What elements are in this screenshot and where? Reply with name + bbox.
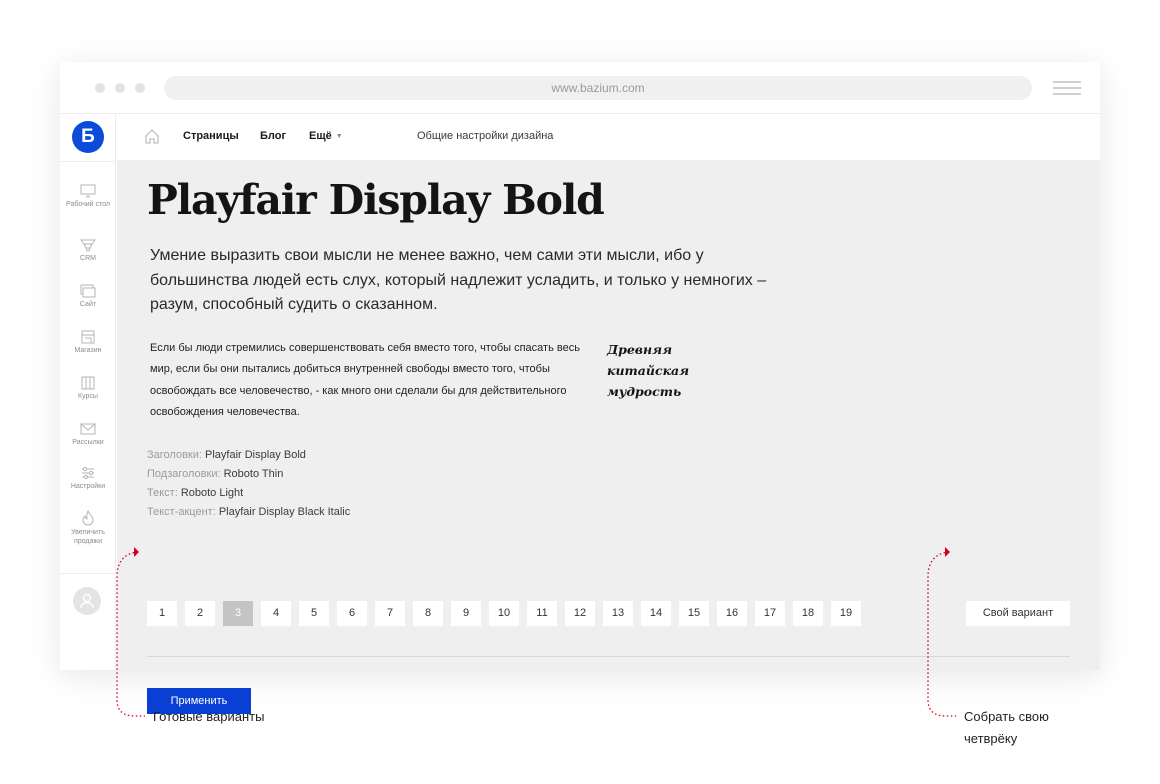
annotation-build-your-own: Собрать свою четврёку — [964, 709, 1049, 746]
nav-blog-link[interactable]: Блог — [260, 130, 286, 142]
browser-chrome: www.bazium.com — [60, 62, 1100, 114]
top-navigation: Страницы Блог Ещё ▼ Общие настройки дизай… — [117, 114, 1100, 160]
window-dot — [95, 83, 105, 93]
variant-button[interactable]: 14 — [641, 601, 671, 626]
flame-icon — [82, 510, 94, 526]
sidebar-item-crm[interactable]: CRM — [60, 238, 116, 264]
sidebar-item-dashboard[interactable]: Рабочий стол — [60, 184, 116, 210]
sidebar-item-label: Рабочий стол — [66, 201, 110, 208]
variant-button[interactable]: 19 — [831, 601, 861, 626]
own-variant-button[interactable]: Свой вариант — [966, 601, 1070, 626]
font-info-row: Текст: Roboto Light — [147, 484, 350, 503]
browser-window-icon — [80, 284, 96, 298]
variant-button[interactable]: 1 — [147, 601, 177, 626]
window-dot — [135, 83, 145, 93]
divider — [147, 656, 1070, 657]
variant-button[interactable]: 12 — [565, 601, 595, 626]
sidebar-item-label: Магазин — [74, 347, 102, 354]
variant-button[interactable]: 6 — [337, 601, 367, 626]
sidebar-item-label: Курсы — [78, 393, 98, 400]
sidebar-item-site[interactable]: Сайт — [60, 284, 116, 310]
font-info-row: Заголовки: Playfair Display Bold — [147, 446, 350, 465]
logo[interactable]: Б — [72, 121, 104, 153]
sidebar-item-courses[interactable]: Курсы — [60, 376, 116, 402]
variant-button[interactable]: 9 — [451, 601, 481, 626]
annotation-ready-variants: Готовые варианты — [153, 709, 265, 724]
sliders-icon — [82, 466, 94, 480]
variant-button[interactable]: 7 — [375, 601, 405, 626]
font-info-value: Playfair Display Bold — [205, 449, 306, 461]
variant-button-selected[interactable]: 3 — [223, 601, 253, 626]
address-bar[interactable]: www.bazium.com — [164, 76, 1032, 100]
home-icon[interactable] — [144, 128, 160, 144]
font-info-label: Заголовки: — [147, 449, 202, 461]
funnel-icon — [80, 239, 96, 252]
sidebar-item-mailings[interactable]: Рассылки — [60, 422, 116, 448]
preview-subheading: Умение выразить свои мысли не менее важн… — [150, 247, 767, 313]
preview-accent-text: Древняя китайская мудрость — [607, 342, 690, 399]
avatar[interactable] — [73, 587, 101, 615]
preview-body-text: Если бы люди стремились совершенствовать… — [150, 342, 580, 418]
sidebar-item-increase-sales[interactable]: Увеличить продажи — [60, 510, 116, 546]
sidebar-item-settings[interactable]: Настройки — [60, 466, 116, 492]
font-info-value: Roboto Thin — [223, 468, 284, 480]
menu-icon[interactable] — [1053, 81, 1081, 95]
variant-button[interactable]: 5 — [299, 601, 329, 626]
variant-button[interactable]: 4 — [261, 601, 291, 626]
divider — [60, 573, 116, 574]
font-info-label: Текст: — [147, 487, 178, 499]
sidebar-item-label: CRM — [80, 255, 96, 262]
nav-pages-link[interactable]: Страницы — [183, 130, 239, 142]
browser-window: www.bazium.com Б Рабочий стол CRM Сайт М… — [60, 62, 1100, 714]
font-preview-panel: Playfair Display Bold Умение выразить св… — [117, 160, 1100, 714]
user-icon — [80, 593, 94, 609]
sidebar-item-label: Настройки — [70, 483, 106, 490]
variant-button[interactable]: 16 — [717, 601, 747, 626]
variant-button[interactable]: 8 — [413, 601, 443, 626]
variant-button[interactable]: 10 — [489, 601, 519, 626]
variant-button[interactable]: 17 — [755, 601, 785, 626]
nav-design-settings-link[interactable]: Общие настройки дизайна — [417, 130, 553, 142]
variant-button[interactable]: 13 — [603, 601, 633, 626]
sidebar-item-label: Сайт — [79, 301, 97, 308]
font-info-row: Текст-акцент: Playfair Display Black Ita… — [147, 503, 350, 522]
nav-more-label: Ещё — [309, 130, 332, 142]
book-icon — [81, 376, 95, 390]
preview-heading: Playfair Display Bold — [147, 176, 605, 224]
font-info-value: Playfair Display Black Italic — [218, 506, 351, 518]
sidebar-item-shop[interactable]: Магазин — [60, 330, 116, 356]
font-info-label: Текст-акцент: — [147, 506, 216, 518]
nav-more-dropdown[interactable]: Ещё ▼ — [309, 130, 343, 142]
font-info-label: Подзаголовки: — [147, 468, 221, 480]
chevron-down-icon: ▼ — [335, 133, 343, 140]
shop-icon — [81, 330, 95, 344]
stage: www.bazium.com Б Рабочий стол CRM Сайт М… — [0, 0, 1160, 784]
window-dot — [115, 83, 125, 93]
variant-button[interactable]: 11 — [527, 601, 557, 626]
monitor-icon — [80, 184, 96, 198]
font-info-row: Подзаголовки: Roboto Thin — [147, 465, 350, 484]
sidebar-item-label: Рассылки — [72, 439, 104, 446]
mail-icon — [80, 423, 96, 435]
variant-button[interactable]: 2 — [185, 601, 215, 626]
sidebar-item-label: Увеличить продажи — [71, 529, 105, 545]
variant-button[interactable]: 18 — [793, 601, 823, 626]
divider — [60, 161, 116, 162]
font-info-value: Roboto Light — [180, 487, 244, 499]
sidebar: Б Рабочий стол CRM Сайт Магазин Курсы Ра… — [60, 114, 116, 670]
variant-button[interactable]: 15 — [679, 601, 709, 626]
font-info-list: Заголовки: Playfair Display Bold Подзаго… — [147, 446, 350, 522]
